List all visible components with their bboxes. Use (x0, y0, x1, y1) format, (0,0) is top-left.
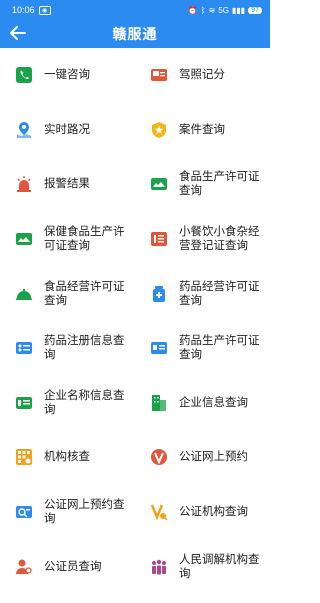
service-item-label: 保健食品生产许可证查询 (44, 226, 125, 253)
service-item-label: 公证机构查询 (179, 506, 248, 519)
certificate-icon (149, 174, 169, 194)
notification-icon: ◉ (38, 5, 51, 15)
service-item[interactable]: 实时路况 (0, 103, 135, 158)
company-card-icon (14, 393, 34, 413)
service-item[interactable]: 企业名称信息查询 (0, 376, 135, 431)
phone-icon (14, 65, 34, 85)
service-item-label: 公证网上预约查询 (44, 499, 125, 526)
service-item[interactable]: 公证网上预约查询 (0, 485, 135, 540)
service-item-label: 食品生产许可证查询 (179, 171, 260, 198)
service-item[interactable]: 驾照记分 (135, 48, 270, 103)
service-item[interactable]: 公证机构查询 (135, 485, 270, 540)
medicine-icon (149, 284, 169, 304)
battery-icon: 97 (248, 6, 262, 14)
service-item[interactable]: 药品生产许可证查询 (135, 321, 270, 376)
grid-check-icon (14, 447, 34, 467)
service-item[interactable]: 报警结果 (0, 157, 135, 212)
service-item-label: 药品注册信息查询 (44, 335, 125, 362)
service-item[interactable]: 人民调解机构查询 (135, 539, 270, 594)
service-item[interactable]: 公证员查询 (0, 539, 135, 594)
alarm-light-icon (14, 174, 34, 194)
service-grid: 一键咨询 驾照记分实时路况 案件查询报警结果 食品生产许可证查询保健食品生产许可证查询… (0, 48, 270, 594)
service-item[interactable]: 一键咨询 (0, 48, 135, 103)
service-item-label: 案件查询 (179, 123, 225, 136)
service-item-label: 驾照记分 (179, 69, 225, 82)
wifi-icon: ≋ (208, 5, 216, 15)
register-icon (149, 229, 169, 249)
bluetooth-icon: ᛒ (200, 5, 206, 15)
service-item-label: 公证员查询 (44, 560, 102, 573)
nav-bar: 赣服通 (0, 20, 270, 48)
service-item[interactable]: 案件查询 (135, 103, 270, 158)
v-badge-icon (149, 447, 169, 467)
service-item[interactable]: 小餐饮小食杂经营登记证查询 (135, 212, 270, 267)
app-header: 10:06 ◉ ⏰ ᛒ ≋ 5G ▮▮▮ 97 赣服通 (0, 0, 270, 48)
service-item[interactable]: 保健食品生产许可证查询 (0, 212, 135, 267)
building-icon (149, 393, 169, 413)
page-title: 赣服通 (112, 26, 158, 42)
service-item-label: 小餐饮小食杂经营登记证查询 (179, 226, 260, 253)
service-item-label: 企业信息查询 (179, 396, 248, 409)
id-card-icon (149, 338, 169, 358)
service-item[interactable]: 公证网上预约 (135, 430, 270, 485)
status-bar: 10:06 ◉ ⏰ ᛒ ≋ 5G ▮▮▮ 97 (0, 0, 270, 20)
food-cover-icon (14, 284, 34, 304)
star-badge-icon (149, 120, 169, 140)
service-item[interactable]: 机构核查 (0, 430, 135, 485)
signal-icon: ▮▮▮ (231, 5, 246, 15)
service-item[interactable]: 企业信息查询 (135, 376, 270, 431)
person-search-icon (14, 557, 34, 577)
service-item-label: 公证网上预约 (179, 451, 248, 464)
certificate-icon (14, 229, 34, 249)
v-search-icon (149, 502, 169, 522)
service-item-label: 食品经营许可证查询 (44, 280, 125, 307)
map-pin-icon (14, 120, 34, 140)
back-arrow-icon[interactable] (8, 22, 28, 44)
license-icon (149, 65, 169, 85)
service-item-label: 报警结果 (44, 178, 90, 191)
service-item-label: 人民调解机构查询 (179, 553, 260, 580)
service-item-label: 一键咨询 (44, 69, 90, 82)
service-item-label: 药品生产许可证查询 (179, 335, 260, 362)
search-card-icon (14, 502, 34, 522)
service-item[interactable]: 药品经营许可证查询 (135, 266, 270, 321)
service-item-label: 实时路况 (44, 123, 90, 136)
alarm-icon: ⏰ (187, 5, 198, 15)
status-time: 10:06 (12, 5, 35, 15)
service-item-label: 药品经营许可证查询 (179, 280, 260, 307)
service-item[interactable]: 食品经营许可证查询 (0, 266, 135, 321)
service-item[interactable]: 药品注册信息查询 (0, 321, 135, 376)
signal-type: 5G (218, 5, 229, 15)
people-icon (149, 557, 169, 577)
service-item-label: 企业名称信息查询 (44, 389, 125, 416)
service-item-label: 机构核查 (44, 451, 90, 464)
service-item[interactable]: 食品生产许可证查询 (135, 157, 270, 212)
register-card-icon (14, 338, 34, 358)
